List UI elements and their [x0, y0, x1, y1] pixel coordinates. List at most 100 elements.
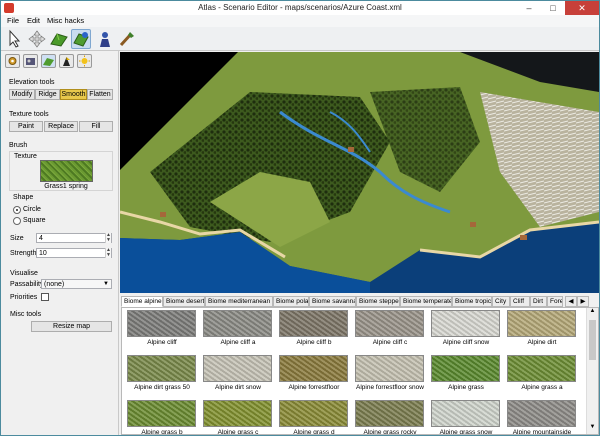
minimize-button[interactable]: – [517, 1, 541, 15]
brush-texture-preview[interactable] [40, 160, 93, 182]
texture-label: Alpine cliff b [296, 339, 332, 346]
texture-label: Alpine cliff snow [442, 339, 490, 346]
place-unit-icon[interactable] [95, 29, 115, 49]
paint-button[interactable]: Paint [9, 121, 43, 132]
texture-item[interactable]: Alpine dirt snow [201, 355, 275, 397]
scroll-up-icon[interactable]: ▲ [587, 308, 598, 318]
menu-file[interactable]: File [7, 16, 19, 25]
menu-misc-hacks[interactable]: Misc hacks [47, 16, 84, 25]
close-button[interactable]: ✕ [565, 1, 599, 15]
tab-scroll-left-icon[interactable]: ◀ [565, 296, 577, 307]
texture-item[interactable]: Alpine cliff b [277, 310, 351, 352]
texture-item[interactable]: Alpine grass b [125, 400, 199, 434]
terrain-viewport[interactable] [120, 52, 599, 293]
fill-button[interactable]: Fill [79, 121, 113, 132]
texture-item[interactable]: Alpine forrestfloor snow [353, 355, 427, 397]
terrain-elevation-icon[interactable] [49, 29, 69, 49]
texture-tools-heading: Texture tools [9, 111, 49, 118]
settings-icon[interactable] [5, 54, 20, 68]
texture-thumbnail [127, 310, 196, 337]
replace-button[interactable]: Replace [44, 121, 78, 132]
scroll-down-icon[interactable]: ▼ [587, 424, 598, 434]
tab-biome-mediterranean[interactable]: Biome mediterranean [205, 296, 273, 307]
window-title: Atlas - Scenario Editor - maps/scenarios… [198, 3, 402, 12]
texture-label: Alpine forrestfloor snow [356, 384, 424, 391]
tab-biome-alpine[interactable]: Biome alpine [121, 296, 163, 307]
strength-value: 10 [39, 250, 47, 257]
tab-cliff[interactable]: Cliff [510, 296, 530, 307]
texture-thumbnail [431, 400, 500, 427]
texture-item[interactable]: Alpine cliff a [201, 310, 275, 352]
texture-scrollbar[interactable]: ▲ ▼ [586, 308, 598, 434]
tab-biome-polar[interactable]: Biome polar [273, 296, 309, 307]
texture-item[interactable]: Alpine cliff [125, 310, 199, 352]
texture-item[interactable]: Alpine mountainside [505, 400, 579, 434]
tab-biome-desert[interactable]: Biome desert [163, 296, 205, 307]
brush-icon[interactable] [117, 29, 137, 49]
texture-label: Alpine forrestfloor [288, 384, 340, 391]
texture-thumbnail [279, 310, 348, 337]
texture-item[interactable]: Alpine grass a [505, 355, 579, 397]
texture-thumbnail [203, 310, 272, 337]
texture-label: Alpine dirt snow [215, 384, 261, 391]
environment-icon[interactable] [77, 54, 92, 68]
texture-item[interactable]: Alpine grass rocky [353, 400, 427, 434]
texture-item[interactable]: Alpine dirt [505, 310, 579, 352]
flatten-button[interactable]: Flatten [87, 89, 113, 100]
strength-spinner[interactable]: ▲ ▼ [105, 248, 111, 258]
size-spinner[interactable]: ▲ ▼ [105, 233, 111, 243]
texture-item[interactable]: Alpine cliff c [353, 310, 427, 352]
texture-item[interactable]: Alpine grass d [277, 400, 351, 434]
texture-label: Texture [14, 153, 37, 160]
ridge-button[interactable]: Ridge [35, 89, 60, 100]
visualise-heading: Visualise [10, 270, 38, 277]
select-tool-icon[interactable] [5, 29, 25, 49]
menu-edit[interactable]: Edit [27, 16, 40, 25]
passability-select[interactable]: (none) ▼ [41, 279, 112, 289]
texture-item[interactable]: Alpine grass snow [429, 400, 503, 434]
tab-biome-savanna[interactable]: Biome savanna [309, 296, 356, 307]
tab-dirt[interactable]: Dirt [530, 296, 547, 307]
terrain-render [120, 52, 599, 293]
scroll-thumb[interactable] [589, 320, 596, 360]
texture-label: Alpine cliff a [220, 339, 256, 346]
tab-biome-steppe[interactable]: Biome steppe [356, 296, 400, 307]
square-radio[interactable] [13, 217, 21, 225]
texture-label: Alpine grass c [217, 429, 259, 435]
tab-forest[interactable]: Fore [547, 296, 563, 307]
modify-button[interactable]: Modify [9, 89, 35, 100]
texture-thumbnail [355, 400, 424, 427]
tab-biome-tropic[interactable]: Biome tropic [452, 296, 492, 307]
strength-field[interactable]: 10 [36, 248, 112, 258]
elevation-tools-heading: Elevation tools [9, 79, 55, 86]
terrain-icon[interactable] [41, 54, 56, 68]
paint-terrain-icon[interactable] [71, 29, 91, 49]
texture-item[interactable]: Alpine cliff snow [429, 310, 503, 352]
texture-item[interactable]: Alpine forrestfloor [277, 355, 351, 397]
texture-thumbnail [279, 355, 348, 382]
size-field[interactable]: 4 [36, 233, 112, 243]
circle-label: Circle [23, 206, 41, 213]
tab-city[interactable]: City [492, 296, 510, 307]
resize-map-button[interactable]: Resize map [31, 321, 112, 332]
smooth-button[interactable]: Smooth [60, 89, 87, 100]
cinema-icon[interactable] [23, 54, 38, 68]
passability-value: (none) [44, 281, 65, 288]
tab-scroll-right-icon[interactable]: ▶ [577, 296, 589, 307]
texture-label: Alpine grass a [521, 384, 563, 391]
texture-label: Alpine grass b [141, 429, 183, 435]
size-label: Size [10, 235, 24, 242]
texture-item[interactable]: Alpine grass c [201, 400, 275, 434]
biome-tab-bar: Biome alpine Biome desert Biome mediterr… [121, 296, 599, 307]
menu-bar: File Edit Misc hacks [1, 15, 599, 27]
texture-item[interactable]: Alpine dirt grass 50 [125, 355, 199, 397]
priorities-checkbox[interactable] [41, 293, 49, 301]
transform-tool-icon[interactable] [27, 29, 47, 49]
circle-radio[interactable] [13, 206, 21, 214]
tab-biome-temperate[interactable]: Biome temperate [400, 296, 452, 307]
maximize-button[interactable]: □ [541, 1, 565, 15]
texture-label: Alpine mountainside [512, 429, 572, 435]
player-icon[interactable] [59, 54, 74, 68]
chevron-down-icon: ▼ [103, 281, 109, 287]
texture-item[interactable]: Alpine grass [429, 355, 503, 397]
